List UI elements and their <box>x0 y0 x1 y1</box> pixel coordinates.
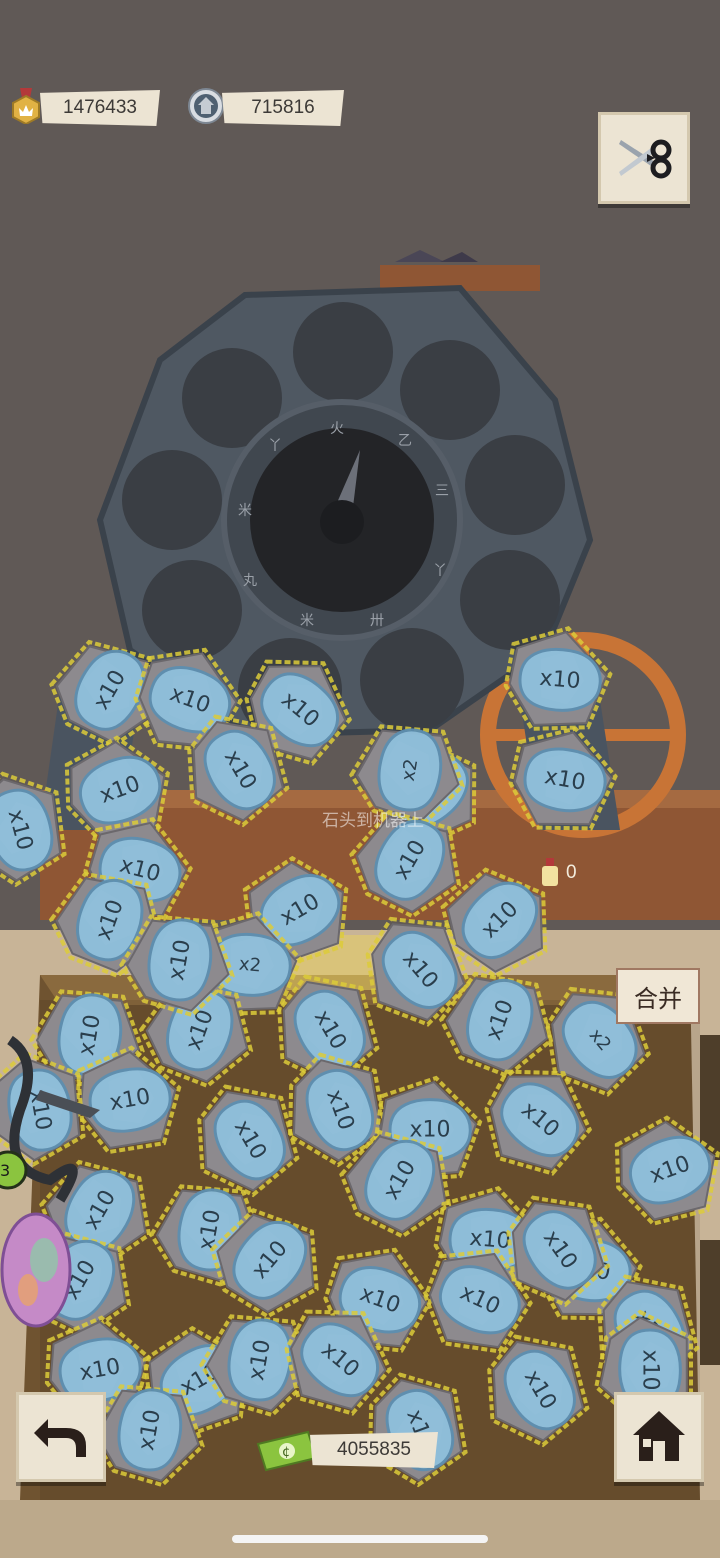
stone-value-label: x10 <box>538 666 581 694</box>
stone-jar-icon <box>542 858 558 886</box>
scissors-button[interactable] <box>598 112 690 204</box>
home-indicator <box>232 1535 488 1543</box>
money-value: 4055835 <box>310 1432 438 1468</box>
back-arrow-icon <box>34 1419 86 1457</box>
crank-handle[interactable]: 3 <box>0 1030 110 1330</box>
merge-button[interactable]: 合并 <box>616 968 700 1024</box>
gear-value: 715816 <box>222 90 344 126</box>
back-button[interactable] <box>16 1392 106 1482</box>
stone-count: 0 <box>566 862 577 883</box>
stone-value-label: x2 <box>238 954 262 977</box>
machine-hint: 石头到机器上 <box>322 811 424 831</box>
stone-x10[interactable]: x10 <box>507 723 619 834</box>
home-button[interactable] <box>614 1392 704 1482</box>
gear-coin-icon <box>188 88 224 124</box>
svg-text:¢: ¢ <box>282 1445 290 1460</box>
stone-x10[interactable]: x10 <box>608 1110 720 1229</box>
svg-text:3: 3 <box>0 1161 10 1180</box>
stone-counter: 0 <box>540 858 577 888</box>
medal-icon <box>12 88 40 124</box>
stone-value-label: x10 <box>638 1349 663 1390</box>
scissors-icon <box>619 139 672 179</box>
stone-value-label: x2 <box>398 757 423 782</box>
stone-value-label: x10 <box>409 1118 450 1143</box>
stone-x10[interactable]: x10 <box>503 626 613 732</box>
medal-value: 1476433 <box>40 90 160 126</box>
house-icon <box>633 1411 685 1461</box>
